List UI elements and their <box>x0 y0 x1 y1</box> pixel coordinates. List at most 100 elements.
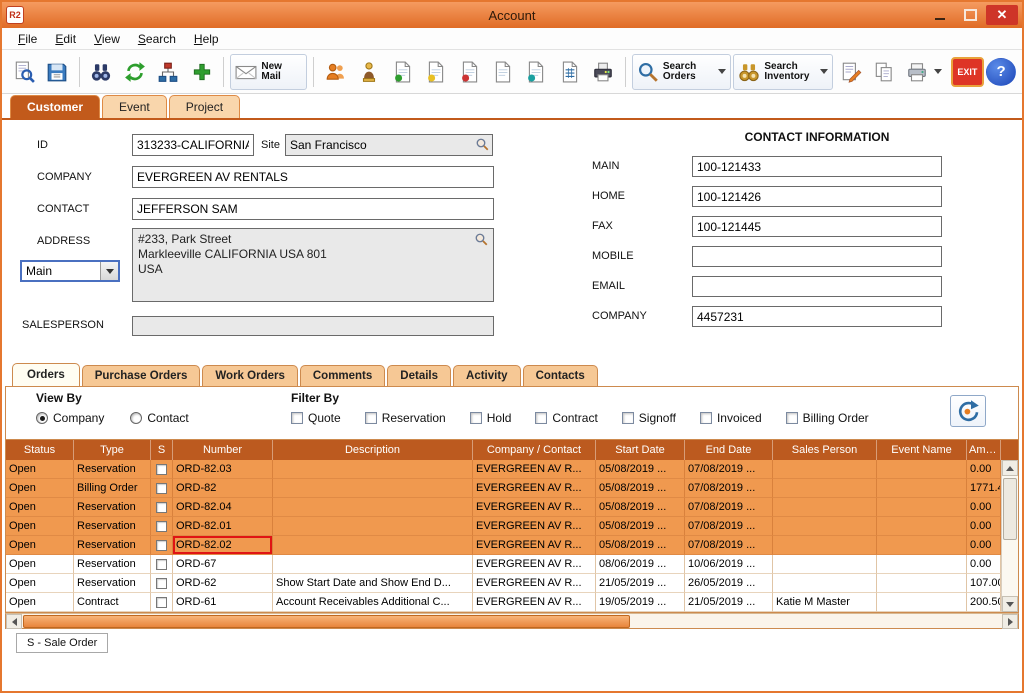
column-header-number[interactable]: Number <box>173 440 273 460</box>
cell-description[interactable] <box>273 536 473 555</box>
cell-s[interactable] <box>151 555 173 574</box>
cell-event-name[interactable] <box>877 460 967 479</box>
cell-number[interactable]: ORD-82.04 <box>173 498 273 517</box>
cell-event-name[interactable] <box>877 479 967 498</box>
cell-s[interactable] <box>151 498 173 517</box>
menu-help[interactable]: Help <box>186 30 227 48</box>
checkbox-icon[interactable] <box>700 412 712 424</box>
table-row[interactable]: OpenReservationORD-82.01EVERGREEN AV R..… <box>6 517 1001 536</box>
tab-contacts[interactable]: Contacts <box>523 365 598 386</box>
cell-number[interactable]: ORD-67 <box>173 555 273 574</box>
email-input[interactable] <box>692 276 942 297</box>
tab-orders[interactable]: Orders <box>12 363 80 386</box>
edit-form-button[interactable] <box>835 54 866 90</box>
contract-document-button[interactable] <box>521 54 552 90</box>
cell-company-contact[interactable]: EVERGREEN AV R... <box>473 536 596 555</box>
cell-sales-person[interactable] <box>773 555 877 574</box>
id-input[interactable] <box>132 134 254 156</box>
cell-start-date[interactable]: 08/06/2019 ... <box>596 555 685 574</box>
column-header-start-date[interactable]: Start Date <box>596 440 685 460</box>
view-by-contact[interactable]: Contact <box>130 411 188 425</box>
cell-number[interactable]: ORD-82.01 <box>173 517 273 536</box>
filter-hold[interactable]: Hold <box>470 411 512 425</box>
cell-company-contact[interactable]: EVERGREEN AV R... <box>473 460 596 479</box>
cell-company-contact[interactable]: EVERGREEN AV R... <box>473 517 596 536</box>
cell-company-contact[interactable]: EVERGREEN AV R... <box>473 479 596 498</box>
radio-icon[interactable] <box>130 412 142 424</box>
sale-order-checkbox[interactable] <box>156 502 167 513</box>
tab-purchase-orders[interactable]: Purchase Orders <box>82 365 201 386</box>
copy-button[interactable] <box>868 54 899 90</box>
cell-start-date[interactable]: 21/05/2019 ... <box>596 574 685 593</box>
cell-start-date[interactable]: 05/08/2019 ... <box>596 536 685 555</box>
contacts-button[interactable] <box>320 54 351 90</box>
cell-end-date[interactable]: 07/08/2019 ... <box>685 460 773 479</box>
column-header-status[interactable]: Status <box>6 440 74 460</box>
scroll-up-button[interactable] <box>1002 460 1018 476</box>
cell-status[interactable]: Open <box>6 479 74 498</box>
cell-description[interactable] <box>273 498 473 517</box>
cell-end-date[interactable]: 07/08/2019 ... <box>685 479 773 498</box>
horizontal-scrollbar[interactable] <box>5 613 1019 629</box>
cell-number[interactable]: ORD-82.02 <box>173 536 273 555</box>
invoice-document-button[interactable] <box>454 54 485 90</box>
cell-start-date[interactable]: 05/08/2019 ... <box>596 498 685 517</box>
address-textarea[interactable]: #233, Park Street Markleeville CALIFORNI… <box>132 228 494 302</box>
cell-start-date[interactable]: 19/05/2019 ... <box>596 593 685 612</box>
tab-customer[interactable]: Customer <box>10 95 100 118</box>
column-header-type[interactable]: Type <box>74 440 151 460</box>
menu-view[interactable]: View <box>86 30 128 48</box>
refresh-results-button[interactable] <box>950 395 986 427</box>
cell-description[interactable] <box>273 460 473 479</box>
checkbox-icon[interactable] <box>470 412 482 424</box>
view-by-company[interactable]: Company <box>36 411 104 425</box>
refresh-button[interactable] <box>119 54 150 90</box>
cell-amount[interactable]: 0.00 <box>967 460 1001 479</box>
company-input[interactable] <box>692 306 942 327</box>
sale-order-checkbox[interactable] <box>156 521 167 532</box>
menu-file[interactable]: File <box>10 30 45 48</box>
table-row[interactable]: OpenReservationORD-82.03EVERGREEN AV R..… <box>6 460 1001 479</box>
tab-project[interactable]: Project <box>169 95 240 118</box>
cell-company-contact[interactable]: EVERGREEN AV R... <box>473 498 596 517</box>
cell-start-date[interactable]: 05/08/2019 ... <box>596 479 685 498</box>
cell-type[interactable]: Reservation <box>74 517 151 536</box>
find-account-button[interactable] <box>8 54 39 90</box>
sale-order-checkbox[interactable] <box>156 559 167 570</box>
column-header-sales-person[interactable]: Sales Person <box>773 440 877 460</box>
fax-button[interactable] <box>588 54 619 90</box>
column-header-event-name[interactable]: Event Name <box>877 440 967 460</box>
vertical-scrollbar[interactable] <box>1001 460 1018 612</box>
cell-status[interactable]: Open <box>6 593 74 612</box>
cell-type[interactable]: Reservation <box>74 555 151 574</box>
cell-event-name[interactable] <box>877 517 967 536</box>
cell-sales-person[interactable] <box>773 460 877 479</box>
column-header-amount[interactable]: Amount <box>967 440 1001 460</box>
org-chart-button[interactable] <box>153 54 184 90</box>
cell-number[interactable]: ORD-62 <box>173 574 273 593</box>
dropdown-caret-icon[interactable] <box>934 69 942 74</box>
cell-end-date[interactable]: 07/08/2019 ... <box>685 498 773 517</box>
cell-number[interactable]: ORD-82.03 <box>173 460 273 479</box>
print-button[interactable] <box>902 54 947 90</box>
radio-icon[interactable] <box>36 412 48 424</box>
cell-type[interactable]: Contract <box>74 593 151 612</box>
column-header-company-contact[interactable]: Company / Contact <box>473 440 596 460</box>
search-orders-button[interactable]: Search Orders <box>632 54 731 90</box>
cell-amount[interactable]: 107.00 <box>967 574 1001 593</box>
chevron-down-icon[interactable] <box>100 262 118 280</box>
scroll-left-button[interactable] <box>6 614 22 629</box>
cell-company-contact[interactable]: EVERGREEN AV R... <box>473 574 596 593</box>
cell-sales-person[interactable] <box>773 536 877 555</box>
cell-end-date[interactable]: 10/06/2019 ... <box>685 555 773 574</box>
cell-company-contact[interactable]: EVERGREEN AV R... <box>473 555 596 574</box>
cell-s[interactable] <box>151 517 173 536</box>
cell-start-date[interactable]: 05/08/2019 ... <box>596 517 685 536</box>
cell-sales-person[interactable]: Katie M Master <box>773 593 877 612</box>
site-lookup-icon[interactable] <box>475 137 490 152</box>
filter-invoiced[interactable]: Invoiced <box>700 411 762 425</box>
column-header-description[interactable]: Description <box>273 440 473 460</box>
cell-sales-person[interactable] <box>773 479 877 498</box>
cell-type[interactable]: Reservation <box>74 536 151 555</box>
sale-order-checkbox[interactable] <box>156 578 167 589</box>
